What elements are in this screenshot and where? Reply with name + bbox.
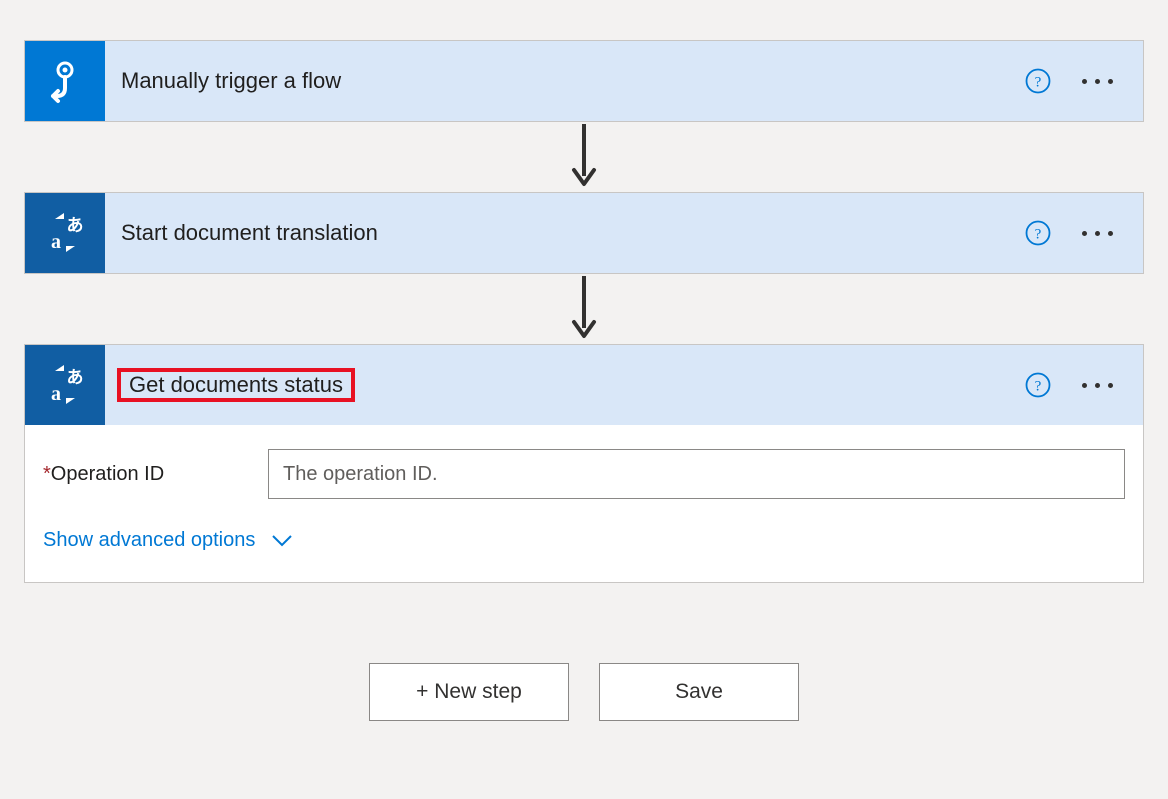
svg-text:あ: あ [67, 216, 84, 235]
step-card-get-status[interactable]: あ a Get documents status ? [24, 344, 1144, 583]
card-title: Manually trigger a flow [105, 68, 1024, 94]
svg-text:あ: あ [67, 368, 84, 387]
required-asterisk: * [43, 463, 51, 485]
field-label-text: Operation ID [51, 463, 164, 485]
card-header: あ a Start document translation ? [25, 193, 1143, 273]
card-actions: ? [1024, 371, 1143, 399]
step-card-trigger[interactable]: Manually trigger a flow ? [24, 40, 1144, 122]
card-header: あ a Get documents status ? [25, 345, 1143, 425]
svg-text:?: ? [1035, 227, 1042, 243]
svg-text:?: ? [1035, 379, 1042, 395]
card-actions: ? [1024, 67, 1143, 95]
more-icon[interactable] [1082, 79, 1113, 84]
new-step-button[interactable]: + New step [369, 663, 569, 721]
card-actions: ? [1024, 219, 1143, 247]
more-icon[interactable] [1082, 231, 1113, 236]
svg-text:a: a [51, 383, 61, 405]
trigger-icon [25, 41, 105, 121]
connector-arrow [569, 274, 599, 344]
help-icon[interactable]: ? [1024, 67, 1052, 95]
operation-id-input[interactable] [268, 449, 1125, 499]
card-title: Start document translation [105, 220, 1024, 246]
bottom-button-row: + New step Save [369, 663, 799, 721]
help-icon[interactable]: ? [1024, 371, 1052, 399]
highlight-box: Get documents status [117, 368, 355, 402]
form-row-operation-id: *Operation ID [43, 449, 1125, 499]
step-card-start-translation[interactable]: あ a Start document translation ? [24, 192, 1144, 274]
show-advanced-options[interactable]: Show advanced options [43, 529, 293, 552]
save-button[interactable]: Save [599, 663, 799, 721]
field-label: *Operation ID [43, 463, 268, 486]
help-icon[interactable]: ? [1024, 219, 1052, 247]
translator-icon: あ a [25, 345, 105, 425]
card-header: Manually trigger a flow ? [25, 41, 1143, 121]
translator-icon: あ a [25, 193, 105, 273]
card-body: *Operation ID Show advanced options [25, 425, 1143, 582]
connector-arrow [569, 122, 599, 192]
svg-text:?: ? [1035, 75, 1042, 91]
show-advanced-label: Show advanced options [43, 529, 255, 552]
chevron-down-icon [271, 534, 293, 548]
svg-text:a: a [51, 231, 61, 253]
flow-designer: Manually trigger a flow ? [20, 40, 1148, 721]
card-title-highlighted: Get documents status [105, 368, 1024, 402]
more-icon[interactable] [1082, 383, 1113, 388]
